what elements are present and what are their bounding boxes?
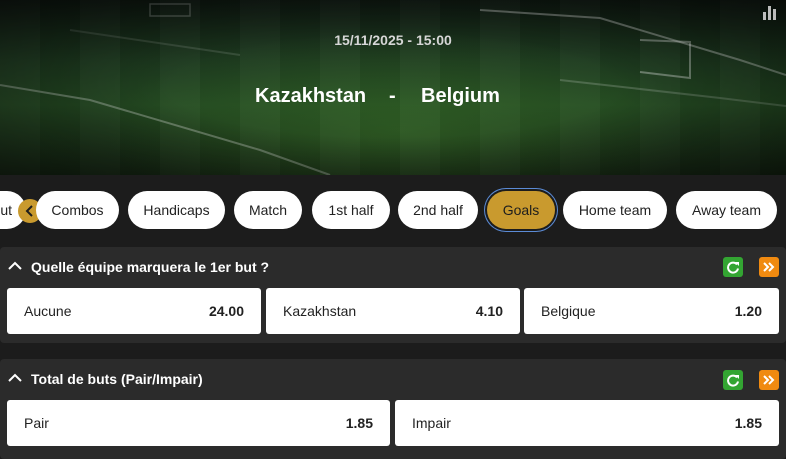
tab-home-team[interactable]: Home team [563, 191, 667, 229]
refresh-button[interactable] [723, 370, 743, 390]
tab-2nd-half[interactable]: 2nd half [398, 191, 478, 229]
refresh-button[interactable] [723, 257, 743, 277]
market-first-goal: Quelle équipe marquera le 1er but ? Aucu… [0, 247, 786, 343]
odd-button-belgique[interactable]: Belgique 1.20 [524, 288, 779, 334]
outcome-price: 4.10 [475, 303, 503, 319]
tab-combos[interactable]: Combos [36, 191, 119, 229]
team-separator: - [389, 85, 396, 107]
away-team-name: Belgium [421, 85, 500, 107]
double-chevron-right-icon [763, 375, 775, 385]
outcome-label: Pair [24, 415, 49, 431]
odd-button-kazakhstan[interactable]: Kazakhstan 4.10 [266, 288, 520, 334]
market-header[interactable]: Quelle équipe marquera le 1er but ? [0, 247, 786, 287]
refresh-icon [727, 261, 739, 274]
odd-button-impair[interactable]: Impair 1.85 [395, 400, 779, 446]
chevron-up-icon[interactable] [8, 373, 22, 383]
outcome-price: 24.00 [208, 303, 244, 319]
refresh-icon [727, 374, 739, 387]
outcome-price: 1.20 [734, 303, 762, 319]
expand-market-button[interactable] [759, 257, 779, 277]
match-header: 15/11/2025 - 15:00 Kazakhstan - Belgium [0, 0, 786, 175]
market-category-tabs: ut Combos Handicaps Match 1st half 2nd h… [0, 175, 786, 247]
home-team-name: Kazakhstan [255, 85, 367, 107]
tab-1st-half[interactable]: 1st half [312, 191, 390, 229]
odd-button-aucune[interactable]: Aucune 24.00 [7, 288, 261, 334]
outcome-price: 1.85 [345, 415, 373, 431]
chevron-up-icon[interactable] [8, 261, 22, 271]
market-title: Total de buts (Pair/Impair) [31, 371, 203, 387]
market-header[interactable]: Total de buts (Pair/Impair) [0, 359, 786, 399]
tab-away-team[interactable]: Away team [676, 191, 777, 229]
match-datetime: 15/11/2025 - 15:00 [334, 32, 452, 48]
outcome-price: 1.85 [734, 415, 762, 431]
outcome-label: Kazakhstan [283, 303, 357, 319]
odd-button-pair[interactable]: Pair 1.85 [7, 400, 390, 446]
tab-match[interactable]: Match [234, 191, 302, 229]
chevron-left-icon [25, 205, 33, 217]
double-chevron-right-icon [763, 262, 775, 272]
outcome-label: Belgique [541, 303, 596, 319]
bar-chart-icon[interactable] [763, 4, 777, 20]
tab-goals[interactable]: Goals [487, 191, 555, 229]
tab-handicaps[interactable]: Handicaps [128, 191, 225, 229]
outcome-label: Aucune [24, 303, 72, 319]
outcome-label: Impair [412, 415, 451, 431]
market-title: Quelle équipe marquera le 1er but ? [31, 259, 270, 275]
expand-market-button[interactable] [759, 370, 779, 390]
market-total-goals-odd-even: Total de buts (Pair/Impair) Pair 1.85 Im… [0, 359, 786, 459]
